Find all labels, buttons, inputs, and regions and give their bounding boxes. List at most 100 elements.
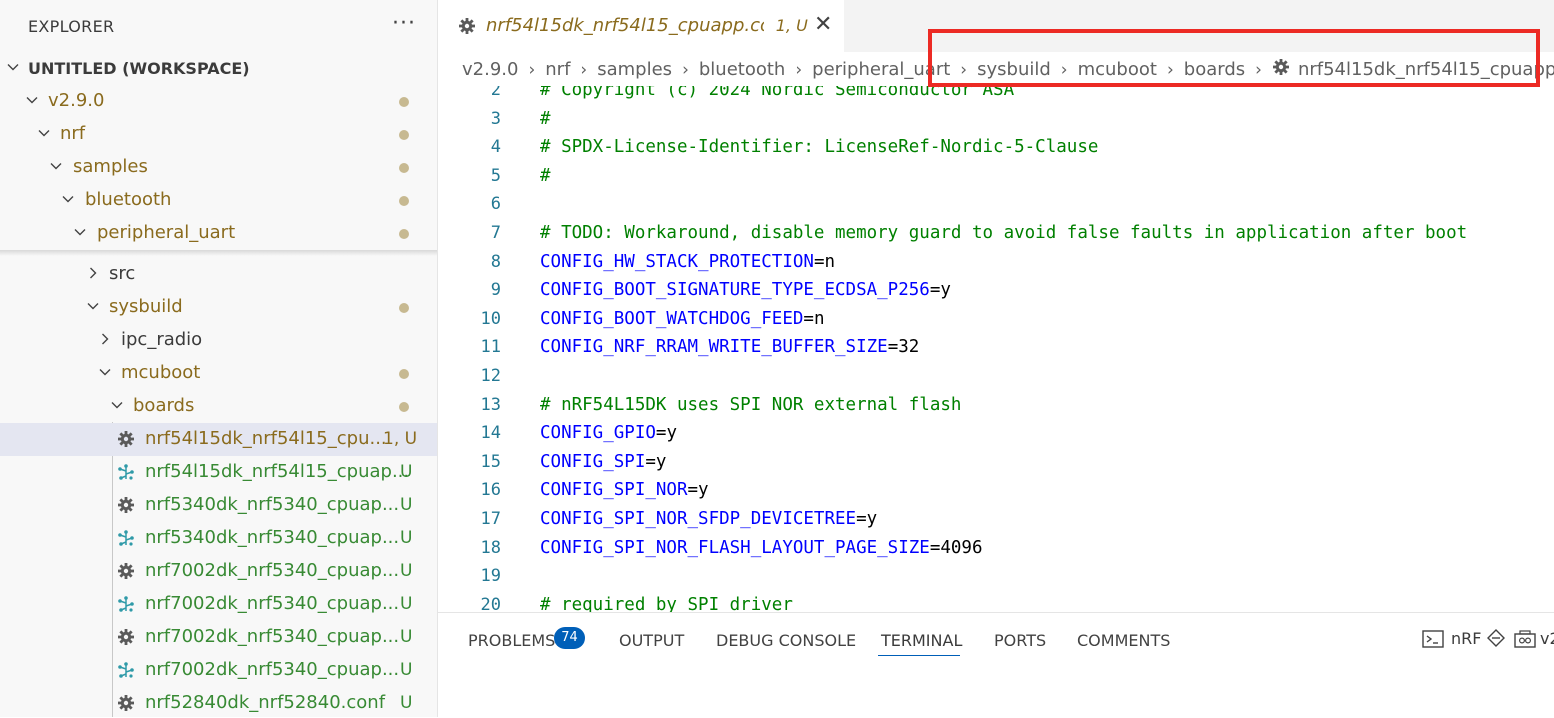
code-line[interactable]: 7 # TODO: Workaround, disable memory guar… (438, 223, 1554, 251)
tab-active-file[interactable]: nrf54l15dk_nrf54l15_cpuapp.conf 1, U ✕ (438, 0, 844, 52)
tree-file[interactable]: nrf7002dk_nrf5340_cpuap... U (0, 654, 437, 687)
tree-folder[interactable]: sysbuild (0, 291, 437, 324)
tab-terminal[interactable]: TERMINAL (881, 631, 962, 650)
tree-file-label: nrf54l15dk_nrf54l15_cpu... (145, 428, 387, 449)
git-status-badge: U (400, 528, 413, 548)
code-line[interactable]: 20 # required by SPI driver (438, 595, 1554, 612)
git-status-badge: U (400, 693, 413, 713)
code-text: CONFIG_SPI_NOR=y (540, 480, 709, 500)
code-text: # SPDX-License-Identifier: LicenseRef-No… (540, 137, 1099, 158)
config-value: =n (803, 308, 825, 329)
tree-folder[interactable]: nrf (0, 118, 437, 151)
chevron-down-icon (98, 365, 112, 379)
code-text: CONFIG_GPIO=y (540, 423, 677, 443)
tree-file[interactable]: nrf5340dk_nrf5340_cpuap... U (0, 489, 437, 522)
code-line[interactable]: 13 # nRF54L15DK uses SPI NOR external fla… (438, 395, 1554, 423)
chevron-down-icon (61, 192, 75, 206)
code-line[interactable]: 16 CONFIG_SPI_NOR=y (438, 480, 1554, 508)
code-line[interactable]: 17 CONFIG_SPI_NOR_SFDP_DEVICETREE=y (438, 509, 1554, 537)
config-value: =y (856, 509, 878, 529)
tree-folder[interactable]: mcuboot (0, 357, 437, 390)
breadcrumb-item[interactable]: nrf (545, 59, 570, 80)
gear-icon (117, 562, 135, 584)
tree-folder-label: samples (73, 156, 148, 177)
devicetree-icon (116, 463, 136, 485)
code-line[interactable]: 8 CONFIG_HW_STACK_PROTECTION=n (438, 252, 1554, 280)
devicetree-icon (116, 595, 136, 617)
link-icon[interactable] (1514, 629, 1536, 653)
tree-file[interactable]: nrf5340dk_nrf5340_cpuap... U (0, 522, 437, 555)
code-line[interactable]: 2 # Copyright (c) 2024 Nordic Semiconduct… (438, 86, 1554, 108)
breadcrumb-separator: › (682, 59, 689, 80)
code-line[interactable]: 15 CONFIG_SPI=y (438, 452, 1554, 480)
more-actions-icon[interactable]: ··· (392, 11, 416, 36)
code-line[interactable]: 14 CONFIG_GPIO=y (438, 423, 1554, 451)
tab-status: 1, U (775, 16, 808, 35)
code-line[interactable]: 3 # (438, 109, 1554, 137)
tree-folder-label: bluetooth (85, 189, 172, 210)
line-number: 12 (480, 366, 501, 386)
tab-comments[interactable]: COMMENTS (1077, 631, 1170, 650)
config-value: =32 (887, 337, 920, 358)
code-text: # TODO: Workaround, disable memory guard… (540, 223, 1468, 243)
code-line[interactable]: 9 CONFIG_BOOT_SIGNATURE_TYPE_ECDSA_P256=y (438, 280, 1554, 308)
git-status-badge: U (400, 561, 413, 581)
tree-file[interactable]: nrf7002dk_nrf5340_cpuap... U (0, 555, 437, 588)
tree-file-selected[interactable]: nrf54l15dk_nrf54l15_cpu... 1, U (0, 423, 437, 456)
git-status-badge: 1, U (383, 429, 418, 449)
tree-folder[interactable]: samples (0, 151, 437, 184)
tab-output[interactable]: OUTPUT (619, 631, 684, 650)
git-status-badge: U (400, 462, 413, 482)
tree-file[interactable]: nrf52840dk_nrf52840.conf U (0, 687, 437, 717)
tree-folder[interactable]: peripheral_uart (0, 217, 437, 250)
tree-folder[interactable]: src (0, 258, 437, 291)
modified-dot (399, 303, 409, 313)
code-line[interactable]: 18 CONFIG_SPI_NOR_FLASH_LAYOUT_PAGE_SIZE=… (438, 538, 1554, 566)
modified-dot (399, 130, 409, 140)
close-icon[interactable]: ✕ (814, 12, 832, 37)
tree-folder[interactable]: bluetooth (0, 184, 437, 217)
breadcrumb-item[interactable]: v2.9.0 (462, 59, 518, 80)
breadcrumb-item[interactable]: samples (597, 59, 672, 80)
code-line[interactable]: 5 # (438, 166, 1554, 194)
tab-ports[interactable]: PORTS (994, 631, 1046, 650)
chevron-down-icon (73, 225, 87, 239)
split-terminal-icon[interactable] (1486, 628, 1506, 652)
tree-folder-label: v2.9.0 (48, 90, 105, 111)
tree-folder[interactable]: boards (0, 390, 437, 423)
code-line[interactable]: 12 (438, 366, 1554, 394)
config-key: CONFIG_SPI_NOR (540, 480, 688, 501)
line-number: 6 (490, 194, 501, 215)
chevron-down-icon (25, 93, 39, 107)
terminal-icon (1422, 629, 1444, 653)
code-text: CONFIG_HW_STACK_PROTECTION=n (540, 252, 835, 272)
code-line[interactable]: 19 (438, 566, 1554, 594)
terminal-name[interactable]: nRF (1451, 629, 1481, 648)
tree-file[interactable]: nrf7002dk_nrf5340_cpuap... U (0, 588, 437, 621)
code-line[interactable]: 4 # SPDX-License-Identifier: LicenseRef-N… (438, 137, 1554, 165)
git-status-badge: U (400, 627, 413, 647)
tree-file[interactable]: nrf54l15dk_nrf54l15_cpuap... U (0, 456, 437, 489)
active-tab-indicator (878, 655, 960, 656)
tree-file-label: nrf5340dk_nrf5340_cpuap... (145, 494, 400, 515)
code-text: # required by SPI driver (540, 594, 793, 612)
tree-file[interactable]: nrf7002dk_nrf5340_cpuap... U (0, 621, 437, 654)
code-editor[interactable]: 2 # Copyright (c) 2024 Nordic Semiconduct… (438, 86, 1554, 612)
code-line[interactable]: 10 CONFIG_BOOT_WATCHDOG_FEED=n (438, 309, 1554, 337)
breadcrumb-item[interactable]: bluetooth (699, 59, 785, 80)
chevron-right-icon (86, 266, 100, 280)
tab-problems[interactable]: PROBLEMS (468, 631, 555, 650)
modified-dot (399, 229, 409, 239)
code-line[interactable]: 6 (438, 194, 1554, 222)
line-number: 20 (480, 594, 501, 612)
workspace-root[interactable]: UNTITLED (WORKSPACE) (0, 52, 437, 85)
code-line[interactable]: 11 CONFIG_NRF_RRAM_WRITE_BUFFER_SIZE=32 (438, 337, 1554, 365)
tab-debug-console[interactable]: DEBUG CONSOLE (716, 631, 856, 650)
modified-dot (399, 163, 409, 173)
config-key: CONFIG_BOOT_SIGNATURE_TYPE_ECDSA_P256 (540, 280, 930, 301)
config-key: CONFIG_SPI_NOR_FLASH_LAYOUT_PAGE_SIZE (540, 537, 930, 558)
code-text: CONFIG_BOOT_WATCHDOG_FEED=n (540, 309, 824, 329)
tree-folder[interactable]: ipc_radio (0, 324, 437, 357)
tree-folder[interactable]: v2.9.0 (0, 85, 437, 118)
tree-folder-label: nrf (60, 123, 86, 144)
